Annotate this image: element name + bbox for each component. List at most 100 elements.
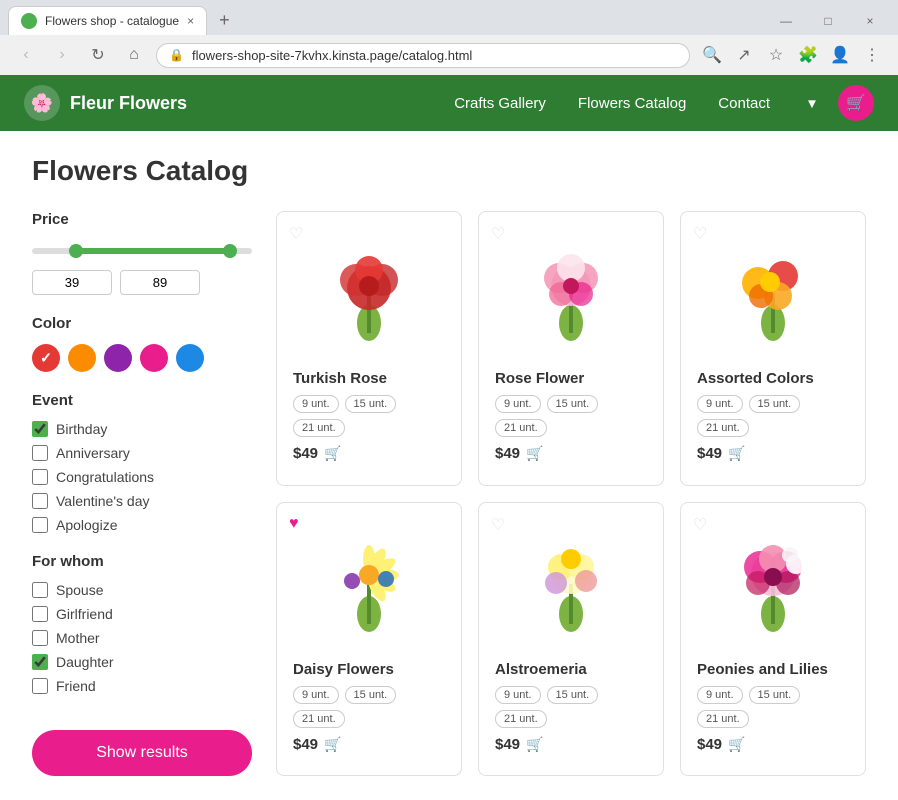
event-anniversary-checkbox[interactable] xyxy=(32,445,48,461)
badge-1-2[interactable]: 21 unt. xyxy=(495,419,547,437)
forwhom-label: For whom xyxy=(32,553,252,570)
badge-0-2[interactable]: 21 unt. xyxy=(293,419,345,437)
bookmark-btn[interactable]: ☆ xyxy=(762,41,790,69)
home-btn[interactable]: ⌂ xyxy=(120,41,148,69)
settings-btn[interactable]: ⋮ xyxy=(858,41,886,69)
price-min-input[interactable]: 39 xyxy=(32,270,112,295)
forwhom-mother[interactable]: Mother xyxy=(32,630,252,646)
badge-4-1[interactable]: 15 unt. xyxy=(547,686,599,704)
forward-btn[interactable]: › xyxy=(48,41,76,69)
event-apologize[interactable]: Apologize xyxy=(32,517,252,533)
minimize-btn[interactable]: — xyxy=(766,7,806,35)
window-controls: — □ × xyxy=(766,7,890,35)
badge-1-0[interactable]: 9 unt. xyxy=(495,395,541,413)
event-birthday-label: Birthday xyxy=(56,421,107,437)
close-btn[interactable]: × xyxy=(850,7,890,35)
back-btn[interactable]: ‹ xyxy=(12,41,40,69)
tab-close-btn[interactable]: × xyxy=(187,14,194,28)
badge-2-2[interactable]: 21 unt. xyxy=(697,419,749,437)
forwhom-friend[interactable]: Friend xyxy=(32,678,252,694)
color-swatch-blue[interactable] xyxy=(176,344,204,372)
refresh-btn[interactable]: ↻ xyxy=(84,41,112,69)
product-img-1 xyxy=(495,228,647,358)
forwhom-daughter-checkbox[interactable] xyxy=(32,654,48,670)
event-valentines-checkbox[interactable] xyxy=(32,493,48,509)
maximize-btn[interactable]: □ xyxy=(808,7,848,35)
slider-thumb-left[interactable] xyxy=(69,244,83,258)
new-tab-btn[interactable]: + xyxy=(211,6,238,35)
slider-thumb-right[interactable] xyxy=(223,244,237,258)
forwhom-filter: For whom Spouse Girlfriend Mother xyxy=(32,553,252,694)
color-swatch-orange[interactable] xyxy=(68,344,96,372)
badge-5-0[interactable]: 9 unt. xyxy=(697,686,743,704)
badge-5-1[interactable]: 15 unt. xyxy=(749,686,801,704)
forwhom-friend-checkbox[interactable] xyxy=(32,678,48,694)
product-heart-3[interactable]: ♥ xyxy=(289,515,299,533)
address-bar[interactable]: 🔒 flowers-shop-site-7kvhx.kinsta.page/ca… xyxy=(156,43,690,68)
product-card-5: ♡ xyxy=(680,502,866,777)
color-swatch-pink[interactable] xyxy=(140,344,168,372)
cart-icon-4[interactable]: 🛒 xyxy=(526,736,543,753)
cart-icon-3[interactable]: 🛒 xyxy=(324,736,341,753)
color-label: Color xyxy=(32,315,252,332)
color-swatch-purple[interactable] xyxy=(104,344,132,372)
color-swatch-red[interactable]: ✓ xyxy=(32,344,60,372)
forwhom-girlfriend-checkbox[interactable] xyxy=(32,606,48,622)
cart-icon-1[interactable]: 🛒 xyxy=(526,445,543,462)
event-birthday[interactable]: Birthday xyxy=(32,421,252,437)
url-text: flowers-shop-site-7kvhx.kinsta.page/cata… xyxy=(192,48,677,63)
show-results-button[interactable]: Show results xyxy=(32,730,252,776)
price-value-4: $49 xyxy=(495,736,520,753)
forwhom-girlfriend-label: Girlfriend xyxy=(56,606,113,622)
product-name-4: Alstroemeria xyxy=(495,661,647,678)
forwhom-checkbox-list: Spouse Girlfriend Mother Daughter xyxy=(32,582,252,694)
badge-2-0[interactable]: 9 unt. xyxy=(697,395,743,413)
product-heart-5[interactable]: ♡ xyxy=(693,515,707,535)
badge-0-1[interactable]: 15 unt. xyxy=(345,395,397,413)
badge-4-2[interactable]: 21 unt. xyxy=(495,710,547,728)
cart-icon-2[interactable]: 🛒 xyxy=(728,445,745,462)
event-valentines-day[interactable]: Valentine's day xyxy=(32,493,252,509)
forwhom-spouse-checkbox[interactable] xyxy=(32,582,48,598)
share-btn[interactable]: ↗ xyxy=(730,41,758,69)
product-badges-2: 9 unt. 15 unt. 21 unt. xyxy=(697,395,849,437)
badge-3-0[interactable]: 9 unt. xyxy=(293,686,339,704)
product-name-0: Turkish Rose xyxy=(293,370,445,387)
badge-1-1[interactable]: 15 unt. xyxy=(547,395,599,413)
slider-track[interactable] xyxy=(32,248,252,254)
nav-contact[interactable]: Contact xyxy=(718,95,770,112)
navbar-links: Crafts Gallery Flowers Catalog Contact xyxy=(454,95,770,112)
forwhom-girlfriend[interactable]: Girlfriend xyxy=(32,606,252,622)
event-anniversary[interactable]: Anniversary xyxy=(32,445,252,461)
cart-icon-0[interactable]: 🛒 xyxy=(324,445,341,462)
product-heart-0[interactable]: ♡ xyxy=(289,224,303,244)
event-birthday-checkbox[interactable] xyxy=(32,421,48,437)
nav-flowers-catalog[interactable]: Flowers Catalog xyxy=(578,95,686,112)
search-btn[interactable]: 🔍 xyxy=(698,41,726,69)
badge-0-0[interactable]: 9 unt. xyxy=(293,395,339,413)
profile-btn[interactable]: 👤 xyxy=(826,41,854,69)
product-heart-4[interactable]: ♡ xyxy=(491,515,505,535)
event-apologize-checkbox[interactable] xyxy=(32,517,48,533)
event-congratulations-checkbox[interactable] xyxy=(32,469,48,485)
browser-actions: 🔍 ↗ ☆ 🧩 👤 ⋮ xyxy=(698,41,886,69)
cart-btn[interactable]: 🛒 xyxy=(838,85,874,121)
cart-icon-5[interactable]: 🛒 xyxy=(728,736,745,753)
badge-3-2[interactable]: 21 unt. xyxy=(293,710,345,728)
dropdown-btn[interactable]: ▼ xyxy=(794,85,830,121)
forwhom-spouse[interactable]: Spouse xyxy=(32,582,252,598)
browser-tab[interactable]: Flowers shop - catalogue × xyxy=(8,6,207,35)
nav-crafts-gallery[interactable]: Crafts Gallery xyxy=(454,95,546,112)
price-max-input[interactable]: 89 xyxy=(120,270,200,295)
badge-2-1[interactable]: 15 unt. xyxy=(749,395,801,413)
badge-4-0[interactable]: 9 unt. xyxy=(495,686,541,704)
forwhom-daughter[interactable]: Daughter xyxy=(32,654,252,670)
badge-3-1[interactable]: 15 unt. xyxy=(345,686,397,704)
forwhom-mother-checkbox[interactable] xyxy=(32,630,48,646)
product-heart-1[interactable]: ♡ xyxy=(491,224,505,244)
event-congratulations[interactable]: Congratulations xyxy=(32,469,252,485)
color-filter: Color ✓ xyxy=(32,315,252,372)
product-heart-2[interactable]: ♡ xyxy=(693,224,707,244)
extension-btn[interactable]: 🧩 xyxy=(794,41,822,69)
badge-5-2[interactable]: 21 unt. xyxy=(697,710,749,728)
